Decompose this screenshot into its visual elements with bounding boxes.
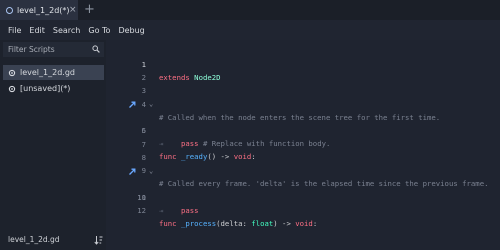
code-line: 12	[106, 191, 500, 215]
menu-debug[interactable]: Debug	[118, 26, 144, 35]
code-line: 10 ⌄ func _process(delta: float) -> void…	[106, 165, 500, 228]
code-line: 9 # Called every frame. 'delta' is the e…	[106, 151, 500, 188]
script-item-label: [unsaved](*)	[20, 84, 71, 93]
script-item-level-1-2d[interactable]: level_1_2d.gd	[3, 65, 104, 80]
menu-edit[interactable]: Edit	[29, 26, 45, 35]
script-item-label: level_1_2d.gd	[20, 68, 75, 77]
override-arrow-icon[interactable]	[128, 167, 137, 176]
code-line: 11 ⇥ pass	[106, 178, 500, 215]
search-icon	[92, 45, 100, 53]
menu-search[interactable]: Search	[53, 26, 80, 35]
gear-icon	[8, 69, 16, 76]
add-tab-icon[interactable]: +	[84, 1, 95, 19]
filter-scripts-placeholder: Filter Scripts	[8, 45, 55, 54]
script-item-unsaved[interactable]: [unsaved](*)	[3, 81, 104, 96]
current-script-name: level_1_2d.gd	[8, 235, 60, 244]
code-line: 6 ⇥ pass # Replace with function body.	[106, 111, 500, 148]
code-line: 5 ⌄ func _ready() -> void:	[106, 98, 500, 161]
filter-scripts-input[interactable]: Filter Scripts	[3, 42, 104, 57]
menu-go-to[interactable]: Go To	[88, 26, 110, 35]
close-tab-icon[interactable]: ×	[69, 4, 77, 16]
fold-chevron-icon[interactable]: ⌄	[149, 165, 153, 178]
menu-file[interactable]: File	[8, 26, 21, 35]
menu-bar: File Edit Search Go To Debug	[0, 20, 500, 40]
code-line: 2	[106, 58, 500, 82]
tab-bar: level_1_2d(*) × +	[0, 0, 500, 20]
indent-marker-icon: ⇥	[159, 206, 164, 215]
code-text: ⇥ pass	[159, 206, 199, 215]
code-line: 7	[106, 125, 500, 149]
fold-chevron-icon[interactable]: ⌄	[149, 98, 153, 111]
gear-icon	[8, 85, 16, 92]
script-list-panel: Filter Scripts level_1_2d.gd [unsaved](*…	[0, 40, 106, 250]
code-line: 1 extends Node2D	[106, 45, 500, 82]
script-circle-icon	[6, 6, 13, 14]
code-editor[interactable]: 1 extends Node2D 2 3 4 # Called when the…	[106, 40, 500, 250]
code-line: 3	[106, 71, 500, 95]
override-arrow-icon[interactable]	[128, 100, 137, 109]
script-list-footer: level_1_2d.gd	[0, 230, 106, 250]
code-line: 4 # Called when the node enters the scen…	[106, 85, 500, 122]
line-number: 12	[137, 206, 146, 215]
sort-icon[interactable]	[94, 235, 103, 245]
code-text: func _process(delta: float) -> void:	[159, 219, 318, 228]
tab-level-1-2d[interactable]: level_1_2d(*) ×	[0, 0, 78, 20]
tab-label: level_1_2d(*)	[17, 5, 70, 15]
code-line: 8	[106, 138, 500, 162]
